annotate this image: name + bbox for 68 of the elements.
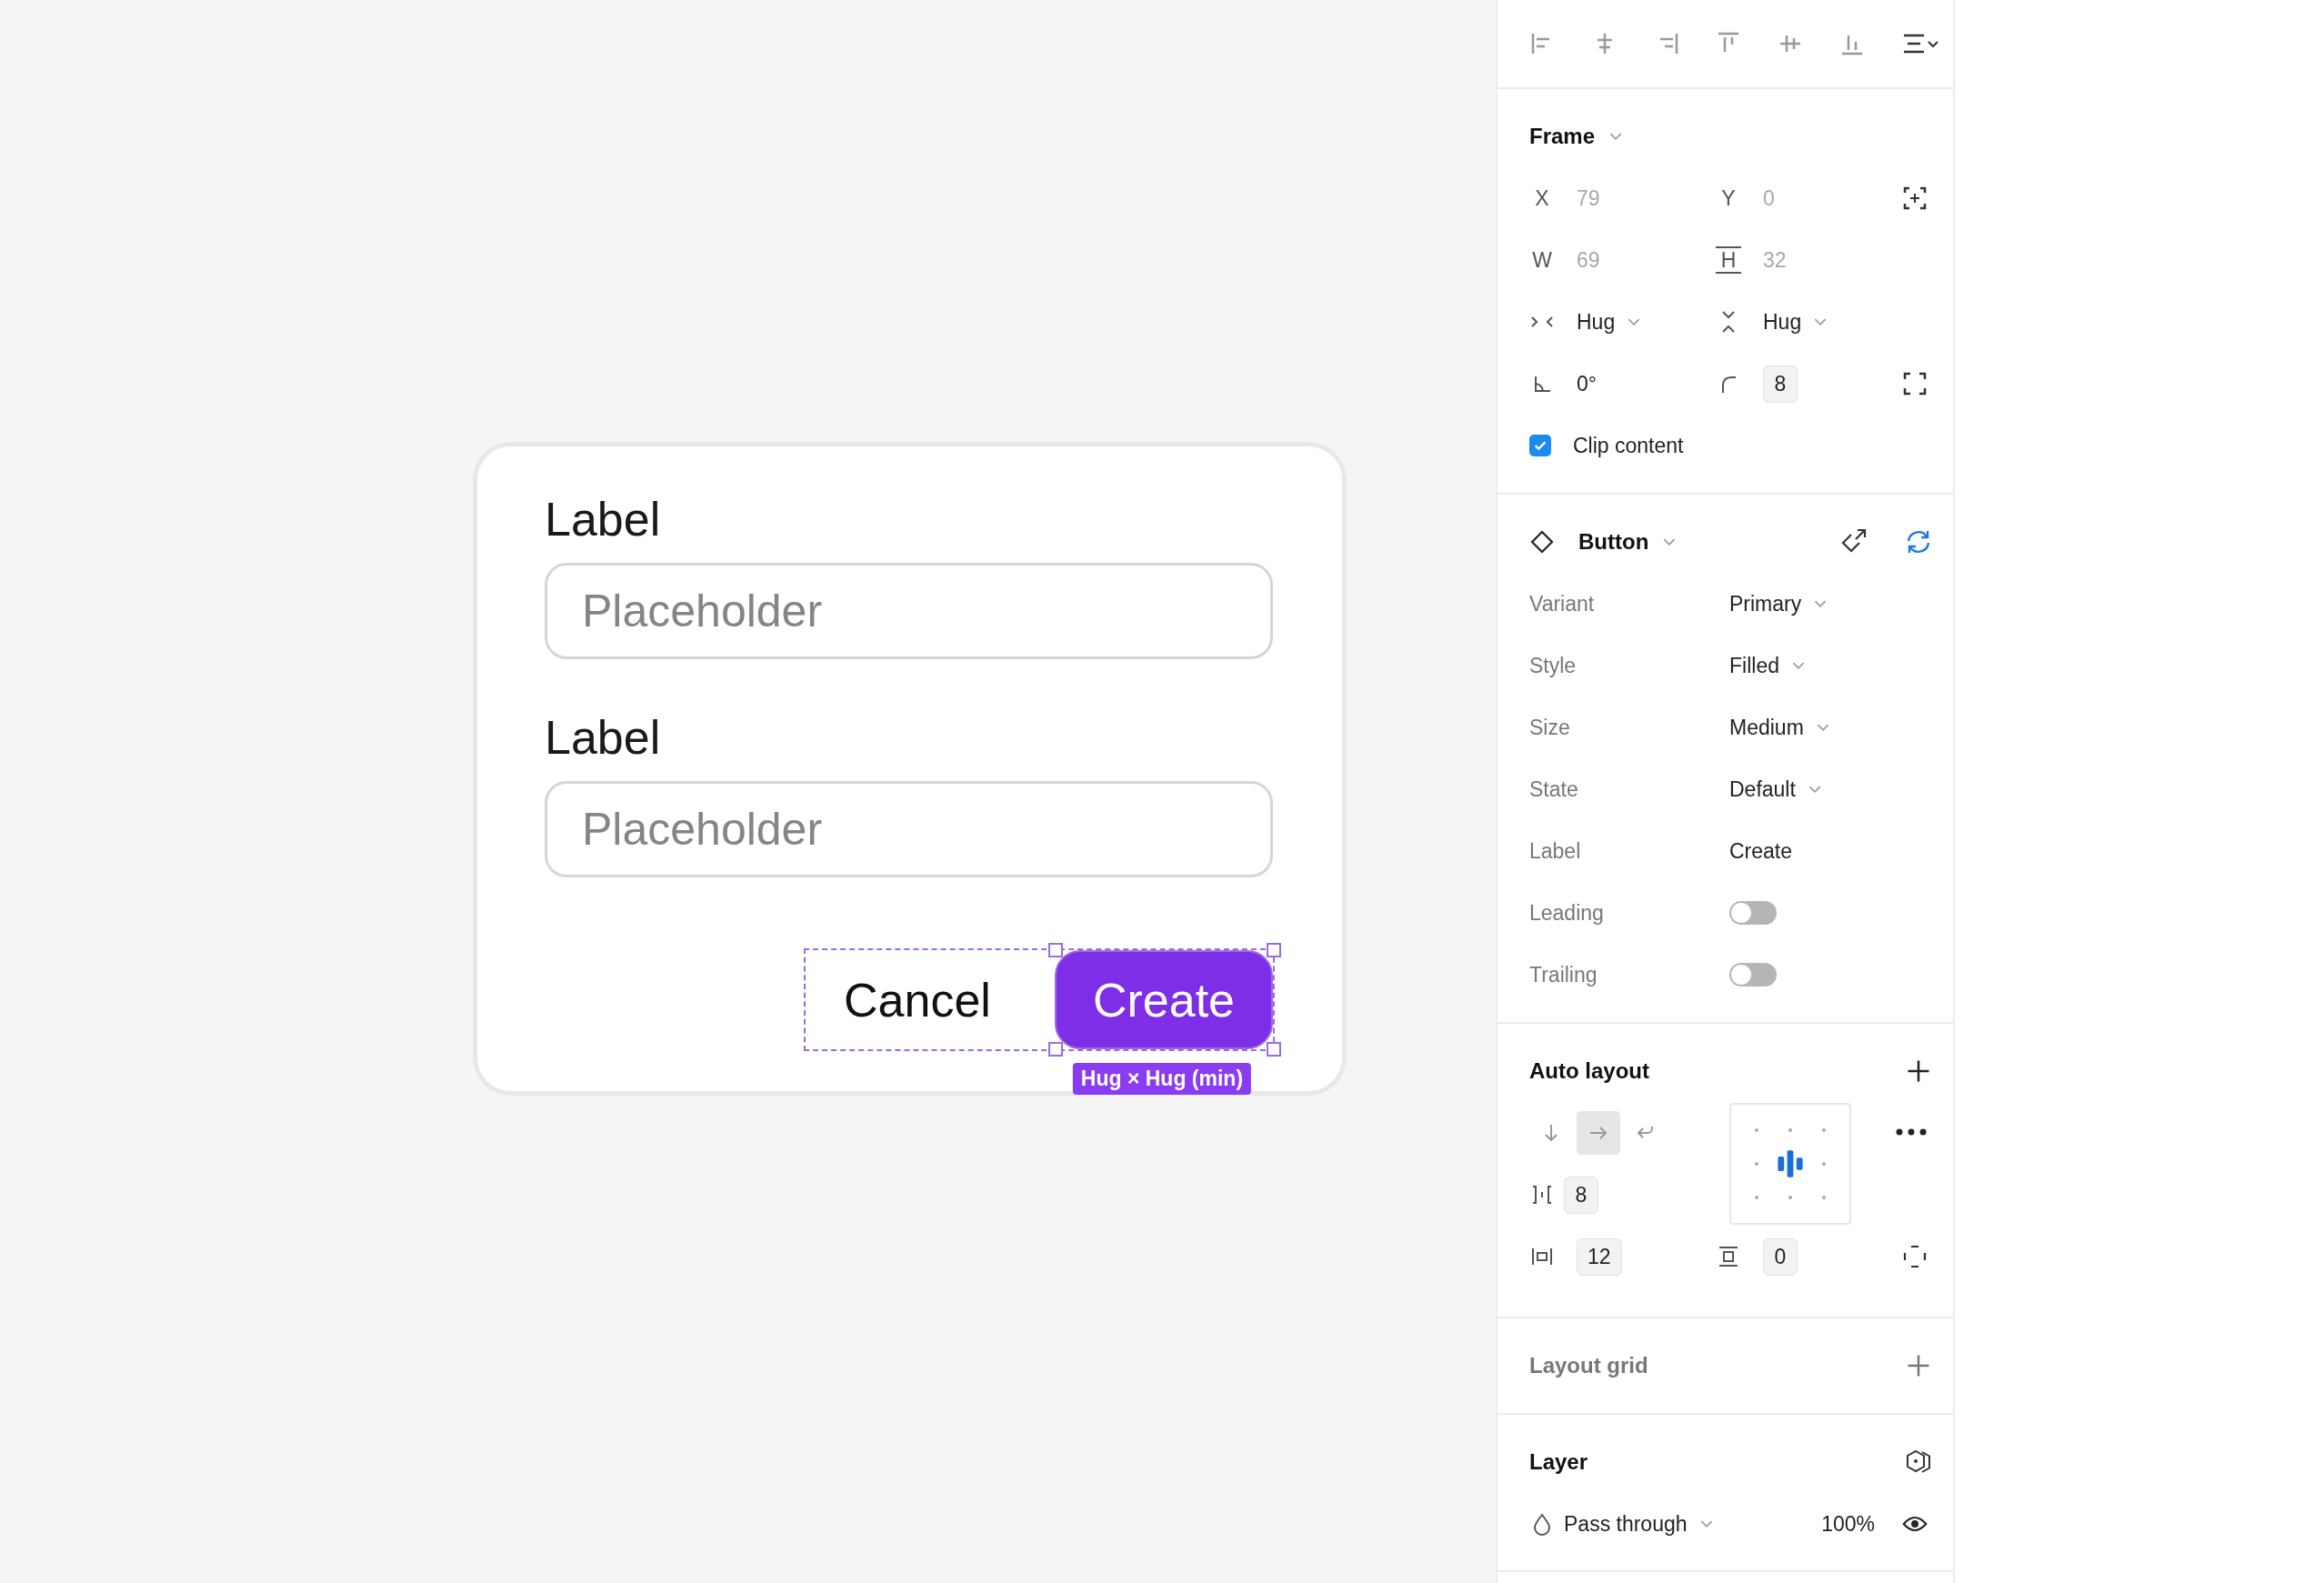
opacity-value[interactable]: 100% (1821, 1511, 1875, 1537)
more-icon[interactable] (1895, 1127, 1928, 1137)
property-label: Variant (1529, 591, 1596, 616)
individual-padding-icon[interactable] (1902, 1244, 1928, 1269)
rotation-value[interactable]: 0° (1577, 371, 1597, 396)
property-label: State (1529, 776, 1579, 802)
chevron-down-icon[interactable] (1791, 661, 1805, 670)
field-label: H (1716, 246, 1741, 274)
section-title[interactable]: Auto layout (1529, 1058, 1649, 1084)
padding-value[interactable]: 12 (1577, 1237, 1622, 1276)
resize-handle[interactable] (1047, 1042, 1063, 1057)
corner-expand-icon[interactable] (1902, 371, 1928, 396)
alignment-bars-icon[interactable] (1775, 1148, 1806, 1179)
toggle-switch[interactable] (1729, 963, 1777, 987)
chevron-down-icon[interactable] (1814, 599, 1828, 608)
alignment-dot-icon[interactable] (1788, 1195, 1792, 1199)
alignment-dot-icon[interactable] (1821, 1195, 1826, 1199)
crop-plus-icon[interactable] (1902, 185, 1928, 211)
property-dropdown[interactable]: Medium (1729, 715, 1804, 740)
resize-handle[interactable] (1267, 1042, 1281, 1057)
property-dropdown[interactable]: Default (1729, 776, 1796, 802)
property-label: Style (1529, 653, 1578, 678)
alignment-dot-icon[interactable] (1788, 1128, 1792, 1133)
chevron-down-icon[interactable] (1609, 132, 1623, 141)
property-dropdown[interactable]: Filled (1729, 653, 1779, 678)
gap-value[interactable]: 8 (1564, 1176, 1598, 1214)
chevron-down-icon[interactable] (1663, 537, 1677, 546)
section-title[interactable]: Layer (1529, 1449, 1588, 1475)
checkbox-label[interactable]: Clip content (1573, 433, 1684, 458)
section-title[interactable]: Layout grid (1529, 1353, 1648, 1378)
alignment-dot-icon[interactable] (1755, 1128, 1759, 1133)
alignment-dot-icon[interactable] (1755, 1195, 1759, 1199)
section-title[interactable]: Frame (1529, 124, 1596, 149)
chevron-down-icon[interactable] (1699, 1519, 1713, 1528)
toggle-switch[interactable] (1729, 901, 1777, 925)
property-label: Size (1529, 715, 1571, 740)
input-field[interactable]: Placeholder (545, 781, 1273, 877)
chevron-down-icon[interactable] (1628, 317, 1641, 326)
chevron-down-icon[interactable] (1816, 723, 1829, 732)
field-label: Label (545, 492, 662, 546)
alignment-grid[interactable] (1729, 1103, 1851, 1225)
input-field[interactable]: Placeholder (545, 563, 1273, 659)
property-value[interactable]: Create (1729, 838, 1793, 864)
diamond-icon (1529, 529, 1555, 555)
resize-handle[interactable] (1047, 943, 1063, 957)
chevron-down-icon[interactable] (1808, 785, 1821, 794)
direction-button[interactable] (1577, 1111, 1620, 1155)
size-tag: Hug × Hug (min) (1072, 1063, 1252, 1095)
property-label: Label (1529, 838, 1582, 864)
field-label: X (1534, 185, 1550, 211)
field-label: Label (545, 710, 662, 765)
padding-value[interactable]: 0 (1763, 1237, 1798, 1276)
section-title[interactable]: Button (1578, 529, 1649, 555)
resizing-dropdown[interactable]: Hug (1577, 309, 1616, 335)
property-label: Leading (1529, 900, 1605, 926)
property-dropdown[interactable]: Primary (1729, 591, 1802, 616)
blend-mode-dropdown[interactable]: Pass through (1564, 1511, 1688, 1537)
resize-handle[interactable] (1267, 943, 1281, 957)
alignment-dot-icon[interactable] (1755, 1162, 1759, 1166)
form-button[interactable]: Create (1054, 950, 1273, 1049)
field-label: W (1531, 247, 1553, 273)
field-label: Y (1720, 185, 1737, 211)
radius-value[interactable]: 8 (1763, 365, 1798, 403)
resizing-dropdown[interactable]: Hug (1763, 309, 1802, 335)
chevron-down-icon[interactable] (1814, 317, 1828, 326)
alignment-dot-icon[interactable] (1821, 1128, 1826, 1133)
property-label: Trailing (1529, 962, 1598, 987)
alignment-dot-icon[interactable] (1821, 1162, 1826, 1166)
